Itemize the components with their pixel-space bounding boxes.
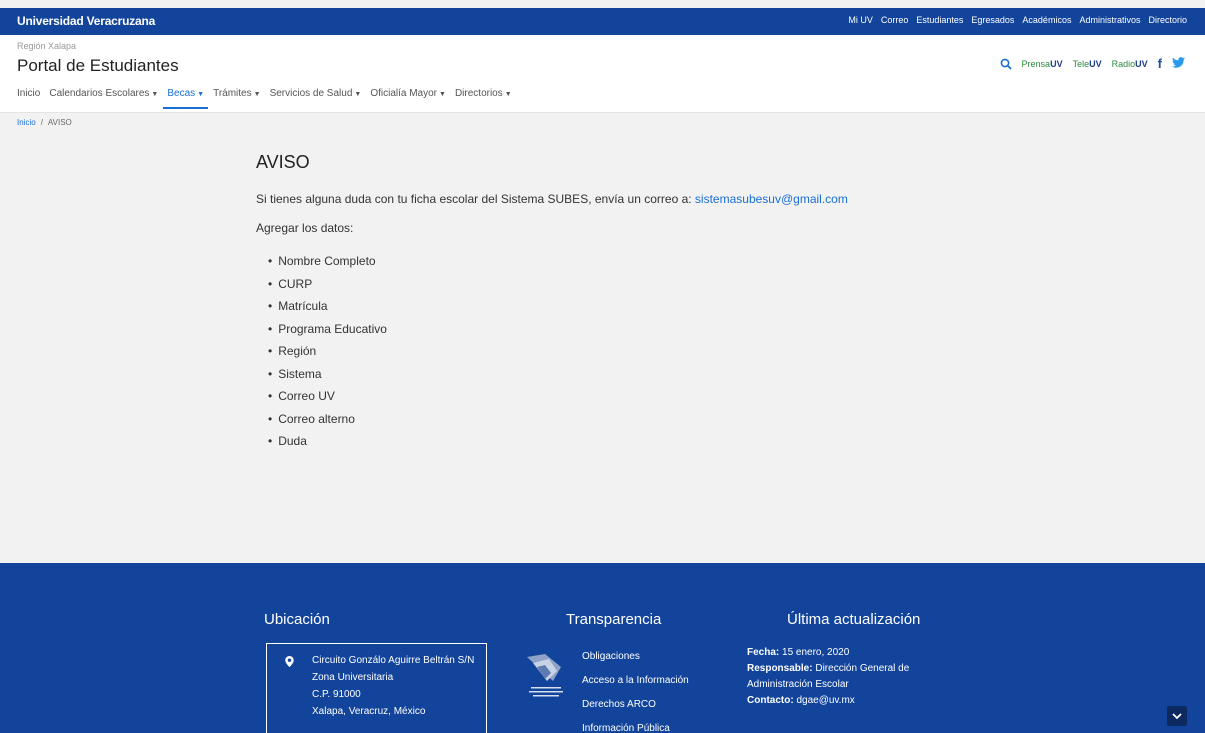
notice-intro: Si tienes alguna duda con tu ficha escol… [256,192,848,206]
search-icon[interactable] [1000,58,1012,70]
nav-item-oficialia-mayor[interactable]: Oficialía Mayor ▼ [370,88,446,109]
nav-item-directorios[interactable]: Directorios ▼ [455,88,512,109]
address-line: C.P. 91000 [312,689,361,700]
link-derechos-arco[interactable]: Derechos ARCO [582,693,689,717]
breadcrumb-separator: / [40,118,43,127]
list-item: Programa Educativo [268,318,956,341]
site-header: Región Xalapa Portal de Estudiantes Pren… [0,35,1205,113]
nav-item-tramites[interactable]: Trámites ▼ [213,88,260,109]
tele-uv-link[interactable]: TeleUV [1073,59,1102,69]
top-link-academicos[interactable]: Académicos [1022,15,1071,25]
caret-down-icon: ▼ [439,91,446,98]
caret-down-icon: ▼ [253,91,261,98]
transparency-platform-logo[interactable] [523,651,568,706]
page-title[interactable]: Portal de Estudiantes [17,56,179,76]
address-line: Zona Universitaria [312,672,394,683]
site-footer: Ubicación Circuito Gonzálo Aguirre Beltr… [0,563,1205,733]
last-update-info: Fecha: 15 enero, 2020 Responsable: Direc… [747,645,927,709]
update-contact: Contacto: dgae@uv.mx [747,695,855,706]
media-links: PrensaUV TeleUV RadioUV f [1000,56,1185,71]
top-link-egresados[interactable]: Egresados [971,15,1014,25]
required-data-list: Nombre Completo CURP Matrícula Programa … [268,250,956,453]
last-update-heading: Última actualización [787,611,921,628]
main-nav: Inicio Calendarios Escolares ▼ Becas ▼ Trá… [17,88,512,109]
list-item: Sistema [268,363,956,386]
list-item: Región [268,340,956,363]
top-link-correo[interactable]: Correo [881,15,909,25]
breadcrumb-current: AVISO [47,118,72,127]
list-item: Correo alterno [268,408,956,431]
transparency-links: Obligaciones Acceso a la Información Der… [582,645,689,733]
contact-email-link[interactable]: sistemasubesuv@gmail.com [695,192,848,206]
list-item: CURP [268,273,956,296]
link-informacion-publica[interactable]: Información Pública [582,717,689,733]
list-item: Correo UV [268,385,956,408]
notice-instruction: Agregar los datos: [256,221,354,235]
region-label: Región Xalapa [17,41,77,51]
scroll-to-top-button[interactable] [1167,706,1187,726]
caret-down-icon: ▼ [354,91,362,98]
top-link-mi-uv[interactable]: Mi UV [848,15,873,25]
top-bar: Universidad Veracruzana Mi UV Correo Est… [0,8,1205,35]
breadcrumb-home[interactable]: Inicio [17,118,36,127]
map-pin-icon [285,656,294,667]
location-heading: Ubicación [264,611,330,628]
main-content: AVISO Si tienes alguna duda con tu ficha… [256,152,956,453]
university-brand[interactable]: Universidad Veracruzana [17,14,155,28]
list-item: Duda [268,430,956,453]
list-item: Matrícula [268,295,956,318]
nav-item-servicios-de-salud[interactable]: Servicios de Salud ▼ [270,88,362,109]
list-item: Nombre Completo [268,250,956,273]
twitter-icon[interactable] [1172,56,1185,71]
breadcrumb: Inicio / AVISO [17,118,72,127]
link-acceso-informacion[interactable]: Acceso a la Información [582,669,689,693]
nav-item-calendarios-escolares[interactable]: Calendarios Escolares ▼ [49,88,158,109]
transparency-heading: Transparencia [566,611,662,628]
address-line: Xalapa, Veracruz, México [312,706,426,717]
caret-down-icon: ▼ [151,91,159,98]
nav-item-inicio[interactable]: Inicio [17,88,40,109]
link-obligaciones[interactable]: Obligaciones [582,645,689,669]
top-link-estudiantes[interactable]: Estudiantes [916,15,963,25]
top-links: Mi UV Correo Estudiantes Egresados Acadé… [848,15,1187,25]
radio-uv-link[interactable]: RadioUV [1112,59,1148,69]
nav-item-becas[interactable]: Becas ▼ [163,88,208,109]
address-line: Circuito Gonzálo Aguirre Beltrán S/N [312,655,475,666]
caret-down-icon: ▼ [197,91,205,98]
caret-down-icon: ▼ [504,91,512,98]
facebook-icon[interactable]: f [1158,56,1162,71]
update-responsible: Responsable: Dirección General de Admini… [747,663,910,690]
top-link-directorio[interactable]: Directorio [1148,15,1187,25]
top-link-administrativos[interactable]: Administrativos [1079,15,1140,25]
notice-title: AVISO [256,152,310,172]
prensa-uv-link[interactable]: PrensaUV [1022,59,1063,69]
chevron-down-icon [1172,712,1182,719]
update-date: Fecha: 15 enero, 2020 [747,647,850,658]
address-box: Circuito Gonzálo Aguirre Beltrán S/N Zon… [266,643,487,733]
